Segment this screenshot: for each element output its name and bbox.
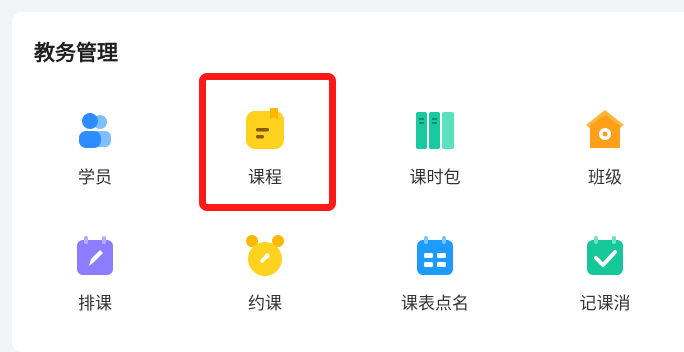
menu-item-label: 课表点名 [401, 294, 469, 313]
menu-item-label: 记课消 [579, 294, 631, 313]
class-house-icon [583, 108, 627, 152]
course-book-icon [243, 108, 287, 152]
menu-item-booking[interactable]: 约课 [185, 234, 345, 326]
menu-item-class[interactable]: 班级 [525, 108, 684, 200]
menu-item-label: 学员 [78, 168, 112, 187]
menu-item-lesson-package[interactable]: 课时包 [355, 108, 515, 200]
section-title: 教务管理 [34, 42, 118, 65]
menu-item-label: 约课 [248, 294, 282, 313]
menu-item-record-consumption[interactable]: 记课消 [525, 234, 684, 326]
students-icon [73, 108, 117, 152]
schedule-calendar-icon [73, 234, 117, 278]
lesson-package-icon [413, 108, 457, 152]
roll-call-calendar-icon [413, 234, 457, 278]
menu-item-label: 课时包 [409, 168, 461, 187]
menu-item-roll-call[interactable]: 课表点名 [355, 234, 515, 326]
record-consumption-icon [583, 234, 627, 278]
booking-alarm-icon [243, 234, 287, 278]
menu-item-label: 课程 [248, 168, 282, 187]
menu-item-schedule[interactable]: 排课 [15, 234, 175, 326]
menu-item-students[interactable]: 学员 [15, 108, 175, 200]
menu-item-label: 排课 [78, 294, 112, 313]
menu-item-label: 班级 [588, 168, 622, 187]
menu-item-course[interactable]: 课程 [185, 108, 345, 200]
